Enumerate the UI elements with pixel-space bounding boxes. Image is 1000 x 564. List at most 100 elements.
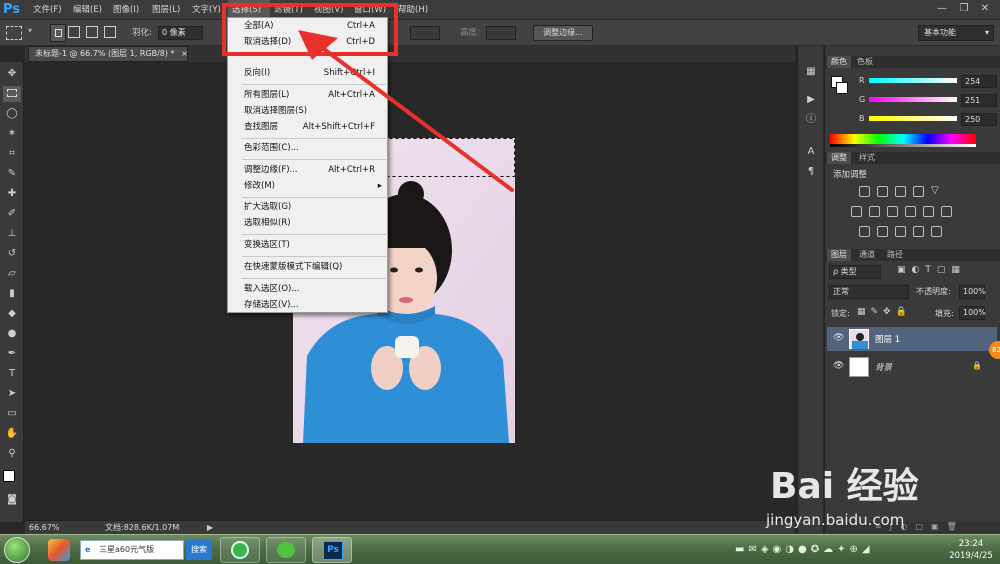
subtract-selection-button[interactable] (86, 26, 98, 38)
type-tool-icon[interactable]: T (3, 366, 21, 382)
menu-item-grow[interactable]: 扩大选取(G) (228, 201, 387, 214)
blur-tool-icon[interactable]: ◆ (3, 306, 21, 322)
close-tab-icon[interactable]: × (181, 49, 188, 58)
info-panel-icon[interactable]: ⓘ (802, 112, 820, 128)
add-selection-button[interactable] (68, 26, 80, 38)
tab-color[interactable]: 颜色 (827, 56, 851, 68)
tab-layers[interactable]: 图层 (827, 249, 851, 261)
menu-help[interactable]: 帮助(H) (398, 0, 428, 20)
marquee-tool-preset-icon[interactable] (6, 26, 22, 40)
close-window-icon[interactable]: ✕ (978, 2, 992, 16)
channel-g-value[interactable]: 251 (961, 94, 997, 107)
channel-b-slider[interactable] (869, 116, 957, 121)
blend-mode-select[interactable]: 正常 (829, 285, 909, 299)
minimize-icon[interactable]: — (935, 2, 949, 16)
layer-name[interactable]: 背景 (875, 361, 892, 373)
levels-icon[interactable] (877, 186, 888, 197)
menu-type[interactable]: 文字(Y) (192, 0, 221, 20)
gradient-tool-icon[interactable]: ▮ (3, 286, 21, 302)
crop-tool-icon[interactable]: ⌗ (3, 146, 21, 162)
channel-b-value[interactable]: 250 (961, 113, 997, 126)
restore-icon[interactable]: ❐ (957, 2, 971, 16)
posterize-icon[interactable] (877, 226, 888, 237)
channel-g-slider[interactable] (869, 97, 957, 102)
taskbar-photoshop-button[interactable]: Ps (312, 537, 352, 563)
black-white-icon[interactable] (887, 206, 898, 217)
exposure-icon[interactable] (913, 186, 924, 197)
taskbar-search-button[interactable]: 搜索 (186, 540, 212, 560)
layer-row[interactable]: 👁 背景 🔒 (827, 355, 997, 379)
eye-icon[interactable]: 👁 (833, 333, 844, 343)
opacity-input[interactable]: 100% (959, 285, 986, 299)
status-arrow-icon[interactable]: ▶ (207, 521, 213, 534)
brush-tool-icon[interactable]: ✐ (3, 206, 21, 222)
brightness-icon[interactable] (859, 186, 870, 197)
history-brush-tool-icon[interactable]: ↺ (3, 246, 21, 262)
menu-item-similar[interactable]: 选取相似(R) (228, 217, 387, 230)
app-icon[interactable] (48, 539, 70, 561)
pen-tool-icon[interactable]: ✒ (3, 346, 21, 362)
lock-icons[interactable]: ▦✎✥🔒 (857, 307, 912, 317)
start-button[interactable] (4, 537, 30, 563)
menu-edit[interactable]: 编辑(E) (73, 0, 102, 20)
taskbar-browser-button[interactable] (220, 537, 260, 563)
feather-input[interactable]: 0 像素 (158, 26, 203, 40)
lasso-tool-icon[interactable]: ◯ (3, 106, 21, 122)
quick-select-tool-icon[interactable]: ✶ (3, 126, 21, 142)
menu-item-transform-selection[interactable]: 变换选区(T) (228, 239, 387, 252)
document-tab[interactable]: 未标题-1 @ 66.7% (图层 1, RGB/8) * × (28, 46, 188, 62)
history-panel-icon[interactable]: ▦ (802, 64, 820, 80)
system-tray-icons[interactable]: ▬✉◈◉◑●✪☁✦⊕◢ (735, 544, 874, 555)
color-balance-icon[interactable] (869, 206, 880, 217)
menu-item-load-selection[interactable]: 载入选区(O)... (228, 283, 387, 296)
tab-adjustments[interactable]: 调整 (827, 152, 851, 164)
fill-input[interactable]: 100% (959, 306, 986, 320)
eyedropper-tool-icon[interactable]: ✎ (3, 166, 21, 182)
dodge-tool-icon[interactable]: ● (3, 326, 21, 342)
color-bg-swatch[interactable] (836, 82, 848, 94)
vibrance-icon[interactable]: ▽ (931, 186, 942, 197)
curves-icon[interactable] (895, 186, 906, 197)
foreground-color-swatch[interactable] (3, 470, 15, 482)
hue-saturation-icon[interactable] (851, 206, 862, 217)
rect-marquee-tool-icon[interactable] (3, 86, 21, 102)
selective-color-icon[interactable] (913, 226, 924, 237)
dropdown-arrow-icon[interactable]: ▾ (28, 26, 32, 40)
gradient-map-icon[interactable] (931, 226, 942, 237)
channel-r-value[interactable]: 254 (961, 75, 997, 88)
menu-item-quick-mask[interactable]: 在快速蒙版模式下编辑(Q) (228, 261, 387, 274)
invert-icon[interactable] (859, 226, 870, 237)
intersect-selection-button[interactable] (104, 26, 116, 38)
taskbar-wechat-button[interactable] (266, 537, 306, 563)
quick-mask-icon[interactable]: ◙ (3, 492, 21, 508)
layer-row[interactable]: 👁 图层 1 (827, 327, 997, 351)
channel-mixer-icon[interactable] (923, 206, 934, 217)
menu-image[interactable]: 图像(I) (113, 0, 139, 20)
character-panel-icon[interactable]: A (802, 144, 820, 160)
taskbar-search-input[interactable]: e 三星a60元气版 (80, 540, 184, 560)
menu-file[interactable]: 文件(F) (33, 0, 62, 20)
path-select-tool-icon[interactable]: ➤ (3, 386, 21, 402)
move-tool-icon[interactable]: ✥ (3, 66, 21, 82)
menu-item-save-selection[interactable]: 存储选区(V)... (228, 299, 387, 312)
photo-filter-icon[interactable] (905, 206, 916, 217)
layer-filter-icons[interactable]: ▣◐T▢▦ (897, 265, 966, 275)
color-lookup-icon[interactable] (941, 206, 952, 217)
clock[interactable]: 23:24 2019/4/25 (946, 538, 996, 562)
paragraph-panel-icon[interactable]: ¶ (802, 164, 820, 180)
refine-edge-button[interactable]: 调整边缘... (533, 25, 593, 41)
hand-tool-icon[interactable]: ✋ (3, 426, 21, 442)
layer-name[interactable]: 图层 1 (875, 333, 900, 345)
tab-styles[interactable]: 样式 (855, 152, 879, 164)
workspace-select[interactable]: 基本功能 ▾ (918, 25, 994, 41)
zoom-tool-icon[interactable]: ⚲ (3, 446, 21, 462)
eye-icon[interactable]: 👁 (833, 361, 844, 371)
tab-paths[interactable]: 路径 (883, 249, 907, 261)
tab-swatches[interactable]: 色板 (853, 56, 877, 68)
healing-brush-tool-icon[interactable]: ✚ (3, 186, 21, 202)
layer-filter-select[interactable]: ρ 类型 (829, 265, 881, 279)
tab-channels[interactable]: 通道 (855, 249, 879, 261)
new-selection-button[interactable] (50, 24, 66, 42)
clone-stamp-tool-icon[interactable]: ⊥ (3, 226, 21, 242)
actions-panel-icon[interactable]: ▶ (802, 92, 820, 108)
